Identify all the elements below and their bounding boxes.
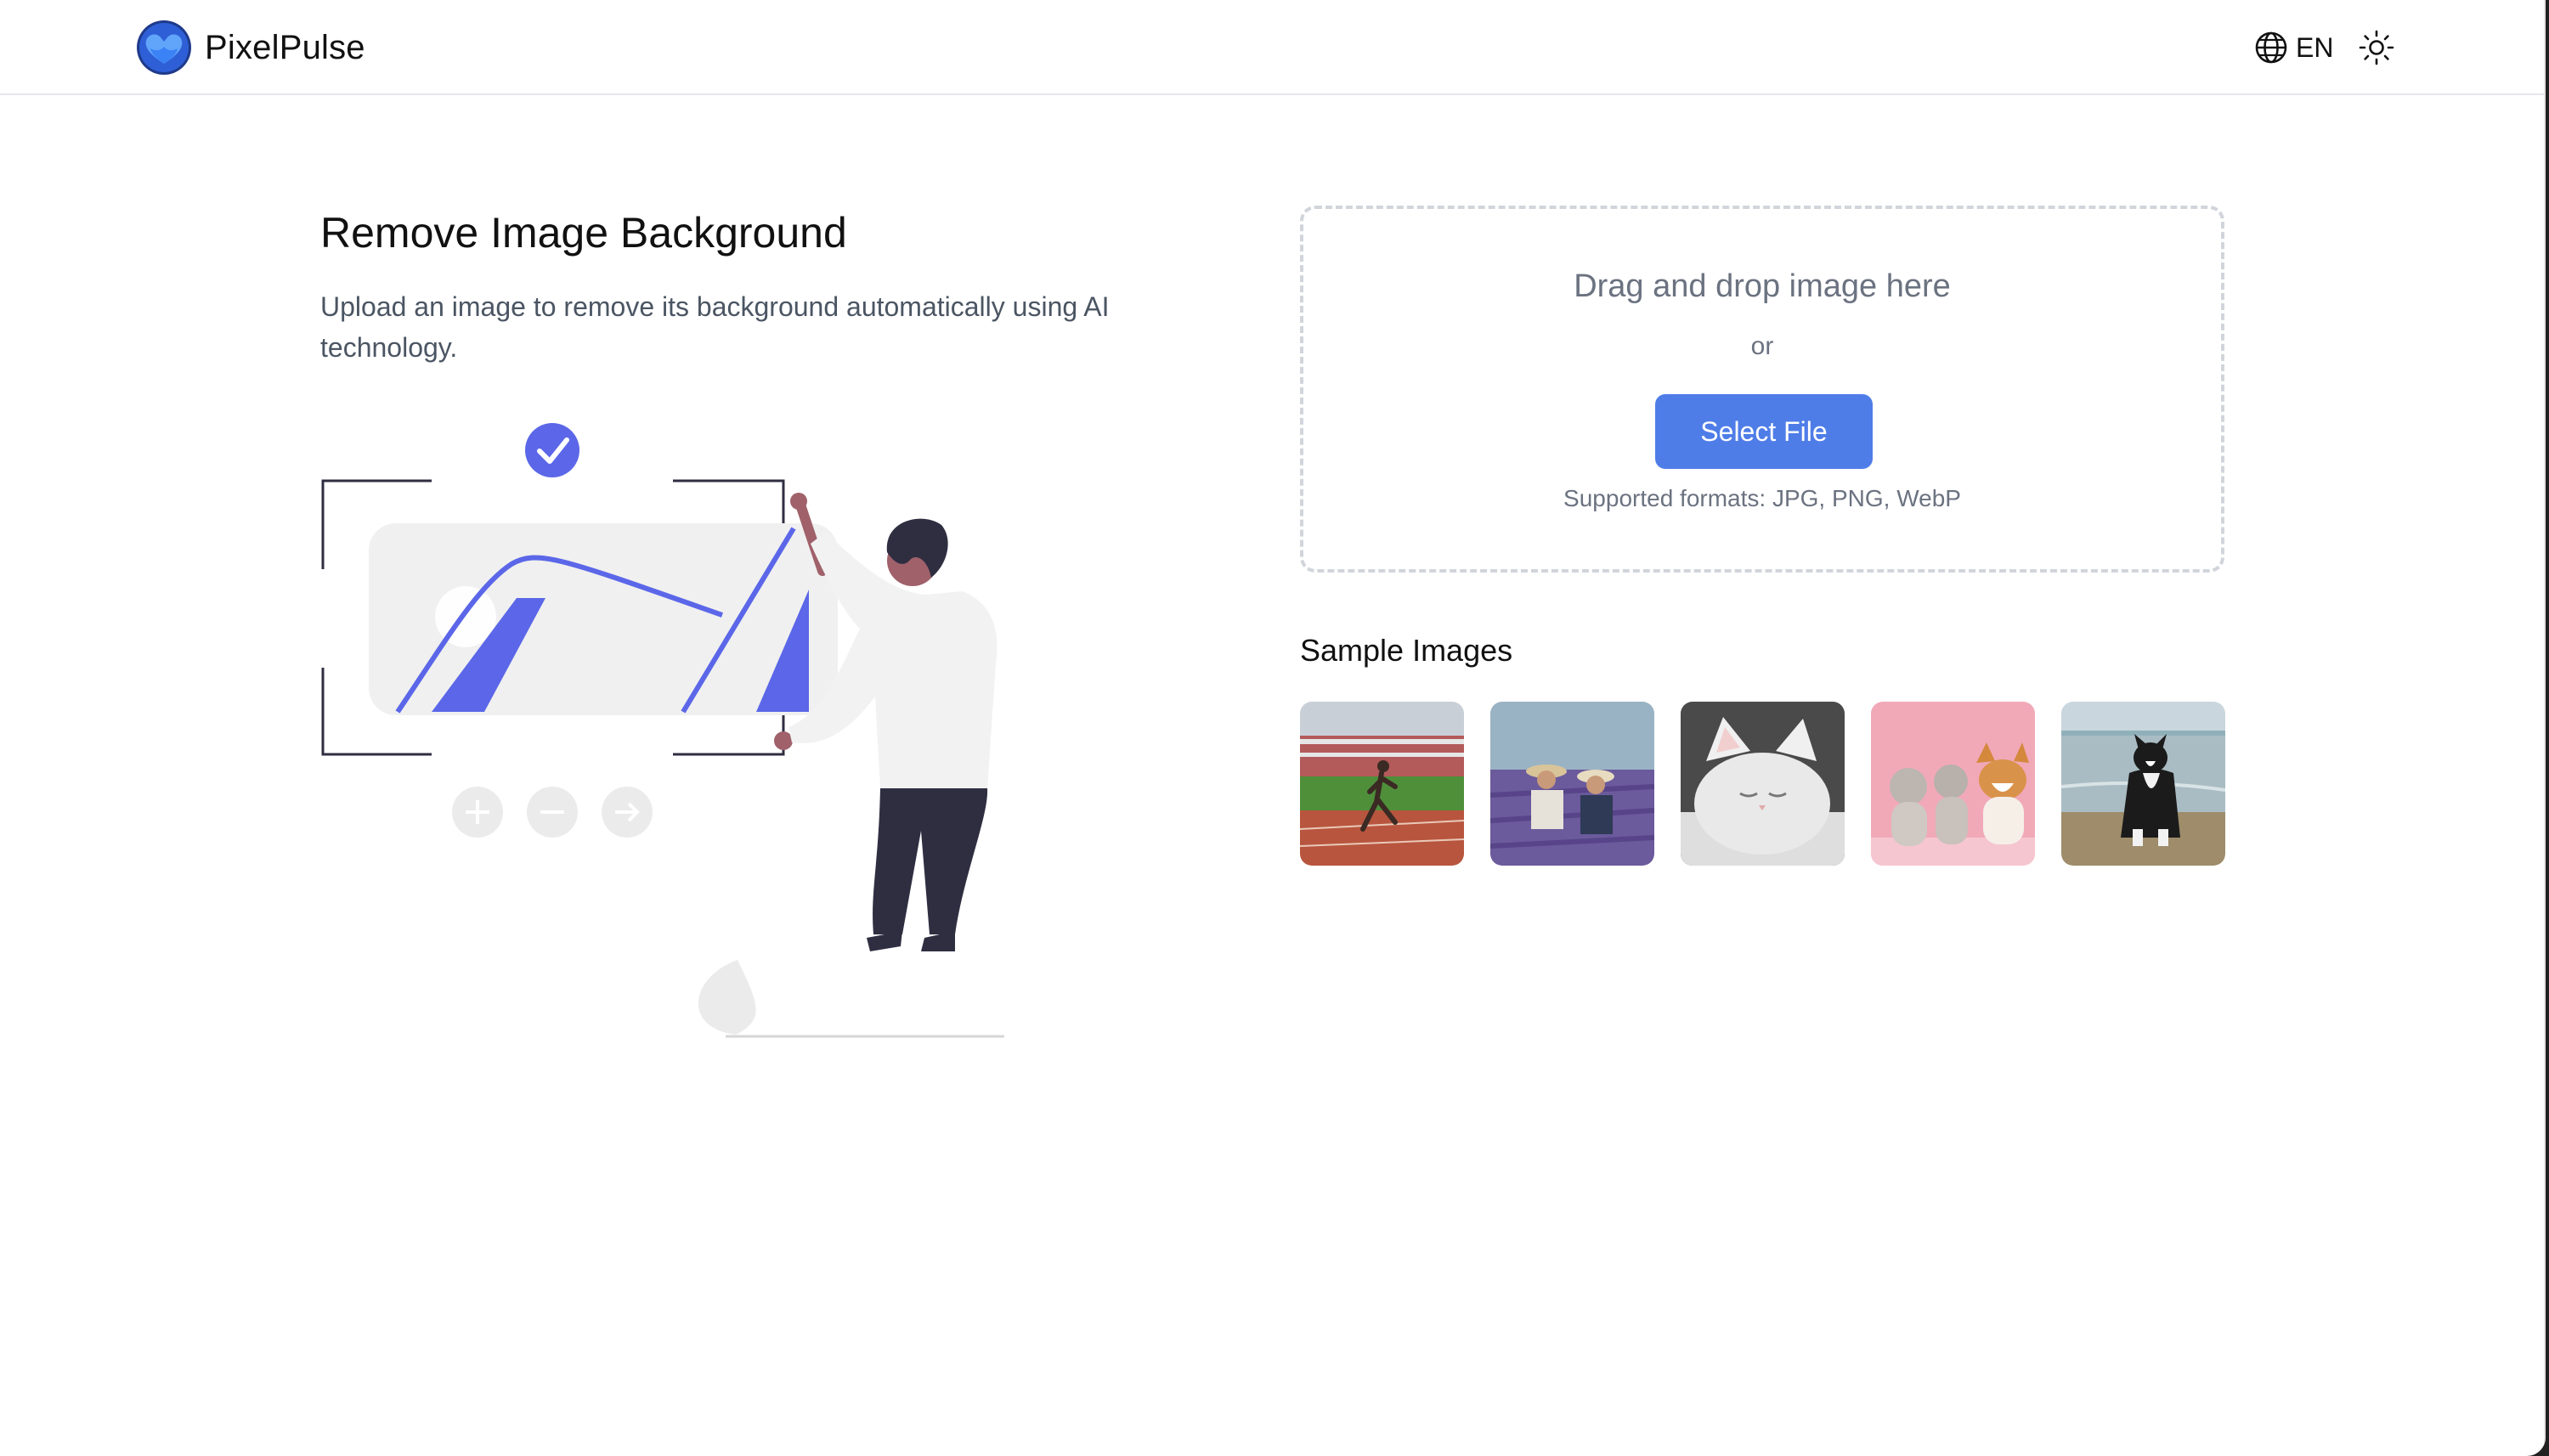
sample-image-dog-beach[interactable]	[2061, 702, 2225, 866]
supported-formats: Supported formats: JPG, PNG, WebP	[1563, 485, 1961, 511]
globe-icon	[2255, 31, 2287, 64]
upload-dropzone[interactable]: Drag and drop image here or Select File …	[1300, 206, 2224, 573]
scrollbar-edge	[2544, 0, 2546, 1456]
check-badge-icon	[525, 423, 579, 477]
sample-images-title: Sample Images	[1300, 633, 1513, 668]
sun-icon[interactable]	[2358, 29, 2395, 66]
select-file-button[interactable]: Select File	[1655, 394, 1873, 469]
page: PixelPulse EN Remove Image Background Up…	[0, 0, 2546, 1456]
sample-images-list	[1300, 702, 2225, 866]
page-subtitle: Upload an image to remove its background…	[320, 291, 1110, 363]
brand-name[interactable]: PixelPulse	[205, 25, 365, 70]
language-label: EN	[2296, 31, 2334, 63]
sample-image-kitten[interactable]	[1681, 702, 1845, 866]
dropzone-heading: Drag and drop image here	[1574, 268, 1951, 304]
top-header: PixelPulse EN	[0, 0, 2546, 95]
zoom-controls	[452, 787, 653, 838]
sample-image-runner[interactable]	[1300, 702, 1464, 866]
heart-logo-icon[interactable]	[136, 20, 192, 76]
background-removal-illustration	[321, 423, 1004, 1038]
sample-image-dogs-pink[interactable]	[1871, 702, 2035, 866]
language-switcher[interactable]: EN	[2253, 27, 2333, 68]
sample-image-lavender-couple[interactable]	[1490, 702, 1654, 866]
page-title: Remove Image Background	[320, 209, 847, 257]
dropzone-or: or	[1750, 332, 1774, 360]
